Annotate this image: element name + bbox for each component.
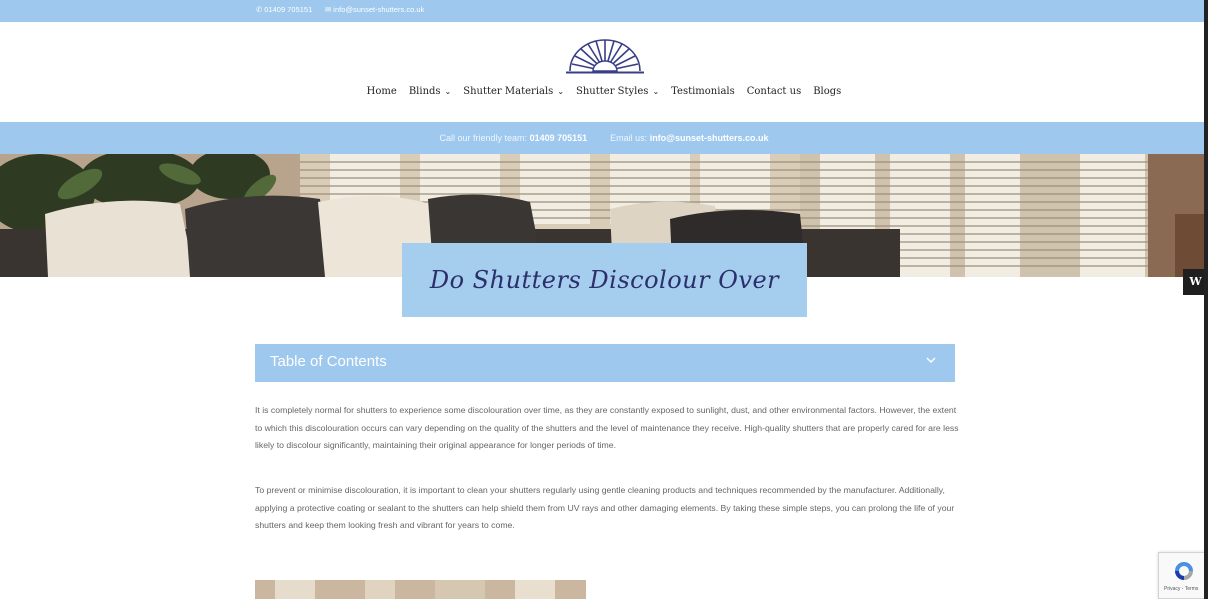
top-email[interactable]: ✉ info@sunset-shutters.co.uk bbox=[325, 5, 424, 14]
mail-icon: ✉ bbox=[325, 5, 332, 14]
logo[interactable] bbox=[564, 37, 646, 75]
top-bar: ✆ 01409 705151 ✉ info@sunset-shutters.co.u… bbox=[0, 0, 1208, 22]
nav-item-blogs[interactable]: Blogs bbox=[813, 86, 841, 97]
phone-icon: ✆ bbox=[256, 5, 263, 14]
nav-item-contact-us[interactable]: Contact us bbox=[747, 86, 801, 97]
content-paragraph: To prevent or minimise discolouration, i… bbox=[255, 485, 955, 530]
nav-item-home[interactable]: Home bbox=[367, 86, 397, 97]
nav-item-label: Shutter Styles bbox=[576, 86, 649, 97]
top-email-text: info@sunset-shutters.co.uk bbox=[333, 5, 425, 14]
nav-item-shutter-materials[interactable]: Shutter Materials ⌄ bbox=[463, 86, 564, 97]
content-paragraph: It is completely normal for shutters to … bbox=[255, 405, 959, 450]
recaptcha-badge[interactable]: Privacy - Terms bbox=[1158, 552, 1208, 599]
hero-title-box: Do Shutters Discolour Over Time? bbox=[402, 243, 807, 371]
call-label: Call our friendly team: bbox=[439, 133, 528, 143]
nav-item-shutter-styles[interactable]: Shutter Styles ⌄ bbox=[576, 86, 659, 97]
section-image bbox=[255, 580, 586, 599]
nav-item-label: Blinds bbox=[408, 86, 441, 97]
window-edge bbox=[1204, 0, 1208, 599]
chevron-down-icon: ⌄ bbox=[444, 87, 452, 96]
nav-item-label: Shutter Materials bbox=[463, 86, 554, 97]
recaptcha-icon bbox=[1175, 562, 1193, 580]
nav-item-testimonials[interactable]: Testimonials bbox=[671, 86, 735, 97]
site-header: Home Blinds ⌄ Shutter Materials ⌄ Shutter Sty… bbox=[0, 22, 1208, 122]
call-email[interactable]: info@sunset-shutters.co.uk bbox=[650, 133, 769, 143]
recaptcha-text[interactable]: Privacy - Terms bbox=[1164, 586, 1198, 592]
toc-title: Table of Contents bbox=[270, 353, 387, 370]
chevron-down-icon: ⌄ bbox=[557, 87, 565, 96]
chevron-down-icon bbox=[925, 354, 937, 368]
call-bar: Call our friendly team: 01409 705151 Ema… bbox=[0, 122, 1208, 154]
top-phone-text: 01409 705151 bbox=[264, 5, 313, 14]
nav-item-label: Blogs bbox=[813, 86, 842, 97]
top-phone[interactable]: ✆ 01409 705151 bbox=[256, 5, 312, 14]
call-phone[interactable]: 01409 705151 bbox=[530, 133, 588, 143]
main-nav: Home Blinds ⌄ Shutter Materials ⌄ Shutter Sty… bbox=[0, 86, 1208, 97]
nav-item-label: Home bbox=[366, 86, 397, 97]
nav-item-label: Testimonials bbox=[671, 86, 735, 97]
table-of-contents-toggle[interactable]: Table of Contents bbox=[255, 344, 955, 382]
nav-item-blinds[interactable]: Blinds ⌄ bbox=[409, 86, 451, 97]
chevron-down-icon: ⌄ bbox=[652, 87, 660, 96]
email-label: Email us: bbox=[610, 133, 648, 143]
nav-item-label: Contact us bbox=[746, 86, 802, 97]
